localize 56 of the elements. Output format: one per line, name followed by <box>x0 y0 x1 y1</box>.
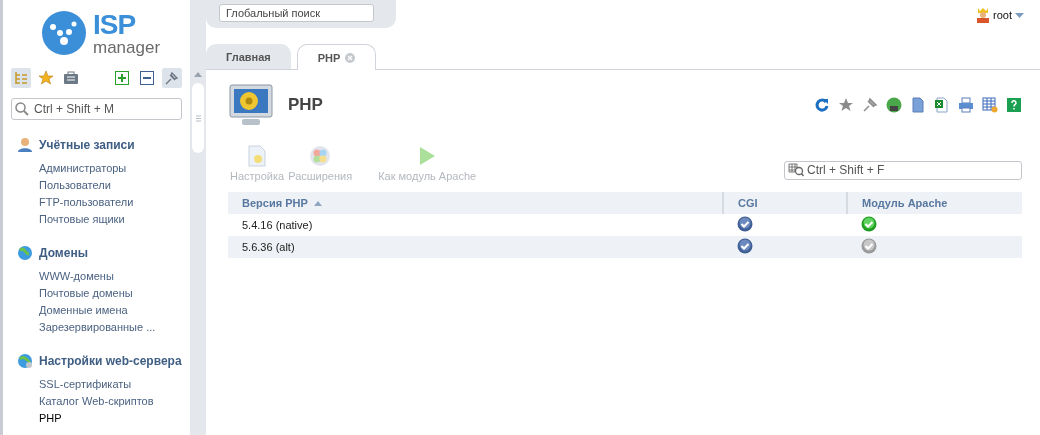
table-cell: 5.6.36 (alt) <box>228 236 723 258</box>
help-icon[interactable] <box>1006 97 1022 113</box>
menu-item[interactable]: Почтовые ящики <box>17 211 190 228</box>
refresh-icon[interactable] <box>814 97 830 113</box>
tab[interactable]: Главная <box>206 44 291 69</box>
section-title[interactable]: Учётные записи <box>39 138 135 152</box>
star-icon[interactable] <box>838 97 854 113</box>
user-name[interactable]: root <box>993 9 1012 21</box>
section-title[interactable]: Домены <box>39 246 88 260</box>
search-icon <box>15 102 29 116</box>
caret-icon[interactable] <box>1015 12 1024 18</box>
globe-icon <box>17 245 33 261</box>
document-icon[interactable] <box>910 97 926 113</box>
menu-search-field[interactable]: Ctrl + Shift + M <box>11 98 182 120</box>
filter-field[interactable]: Ctrl + Shift + F <box>784 160 1022 180</box>
collapse-button[interactable] <box>137 68 157 88</box>
table-search-icon <box>788 163 804 177</box>
table-cell: 5.4.16 (native) <box>228 214 723 236</box>
menu-item[interactable]: Пользователи <box>17 177 190 194</box>
tree-view-button[interactable] <box>11 68 31 88</box>
column-header[interactable]: Версия PHP <box>228 192 723 214</box>
crowned-user-icon <box>976 7 991 23</box>
column-header[interactable]: Модуль Apache <box>847 192 1022 214</box>
menu-item[interactable]: Администраторы <box>17 160 190 177</box>
globe-gear-icon <box>17 353 33 369</box>
balls-icon <box>308 145 333 167</box>
menu-item[interactable]: SSL-сертификаты <box>17 376 190 393</box>
column-header[interactable]: CGI <box>723 192 847 214</box>
monitor-gear-icon <box>228 83 274 127</box>
menu-item[interactable]: Почтовые домены <box>17 285 190 302</box>
menu-item[interactable]: FTP-пользователи <box>17 194 190 211</box>
menu-item[interactable]: WWW-домены <box>17 268 190 285</box>
star-button[interactable] <box>36 68 56 88</box>
logo-icon <box>41 10 87 56</box>
tab[interactable]: PHP <box>296 44 377 70</box>
page-title: PHP <box>288 95 323 115</box>
document-gear-icon <box>247 145 268 167</box>
expand-button[interactable] <box>112 68 132 88</box>
scroll-up-icon[interactable] <box>194 72 202 77</box>
table-gear-icon[interactable] <box>982 97 998 113</box>
printer-icon[interactable] <box>958 97 974 113</box>
spreadsheet-icon[interactable] <box>934 97 950 113</box>
menu-item[interactable]: PHP <box>17 410 190 427</box>
user-icon <box>17 137 33 153</box>
splitter-handle[interactable] <box>192 83 204 153</box>
menu-item[interactable]: Зарезервированные ... <box>17 319 190 336</box>
section-title[interactable]: Настройки web-сервера <box>39 354 182 368</box>
globe-icon[interactable] <box>886 97 902 113</box>
logo-brand: ISP <box>93 10 137 39</box>
pin-button[interactable] <box>162 68 182 88</box>
sort-ascending-icon <box>313 200 322 206</box>
global-search-field[interactable]: Глобальный поиск <box>219 4 374 22</box>
pin-icon[interactable] <box>862 97 878 113</box>
menu-item[interactable]: Каталог Web-скриптов <box>17 393 190 410</box>
menu-item[interactable]: Доменные имена <box>17 302 190 319</box>
logo-product: manager <box>93 38 161 56</box>
